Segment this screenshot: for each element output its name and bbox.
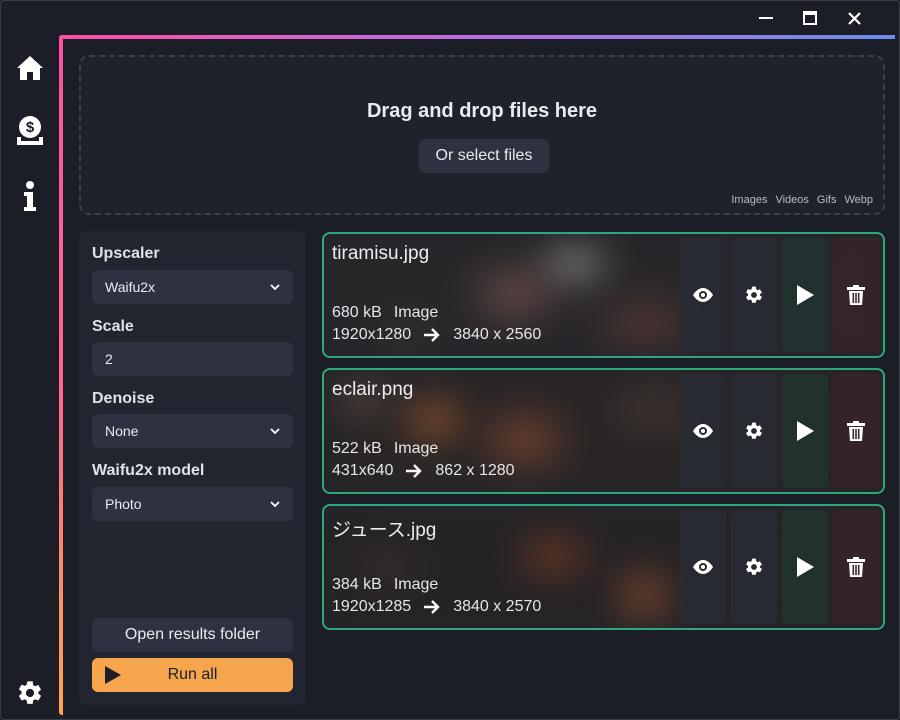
play-icon	[105, 666, 121, 684]
play-icon	[797, 285, 814, 305]
gear-icon	[19, 681, 41, 704]
close-icon	[847, 11, 861, 25]
denoise-select[interactable]: None	[92, 414, 293, 448]
preview-button[interactable]	[680, 238, 726, 352]
arrow-right-icon	[406, 464, 423, 478]
chevron-down-icon	[270, 284, 280, 291]
upscaler-value: Waifu2x	[105, 279, 156, 295]
trash-icon	[847, 421, 865, 441]
file-type: Image	[393, 440, 439, 457]
file-card: eclair.png 522 kB Image 431x640 862 x 12…	[322, 368, 885, 494]
trash-icon	[847, 557, 865, 577]
run-all-label: Run all	[167, 666, 218, 683]
scale-label: Scale	[92, 318, 134, 335]
eye-icon	[693, 288, 713, 302]
open-results-folder-button[interactable]: Open results folder	[92, 618, 293, 652]
select-files-button[interactable]: Or select files	[419, 139, 549, 173]
play-icon	[797, 557, 814, 577]
trash-icon	[847, 285, 865, 305]
upscaler-label: Upscaler	[92, 245, 160, 262]
input-resolution: 431x640	[332, 462, 394, 479]
file-type: Image	[393, 576, 439, 593]
file-settings-button[interactable]	[731, 510, 777, 624]
eye-icon	[693, 424, 713, 438]
upscaler-select[interactable]: Waifu2x	[92, 270, 293, 304]
file-meta: 384 kB Image	[332, 576, 438, 594]
chevron-down-icon	[270, 428, 280, 435]
maximize-button[interactable]	[797, 7, 823, 29]
format-label: Images	[731, 194, 768, 206]
format-label: Gifs	[816, 194, 837, 206]
input-resolution: 1920x1280	[332, 326, 412, 343]
file-card: ジュース.jpg 384 kB Image 1920x1285 3840 x 2…	[322, 504, 885, 630]
delete-file-button[interactable]	[833, 238, 879, 352]
sidebar: $	[1, 1, 59, 720]
file-settings-button[interactable]	[731, 238, 777, 352]
file-type: Image	[393, 304, 439, 321]
format-label: Webp	[844, 194, 873, 206]
delete-file-button[interactable]	[833, 510, 879, 624]
dropzone-title: Drag and drop files here	[366, 100, 598, 122]
chevron-down-icon	[270, 501, 280, 508]
output-resolution: 862 x 1280	[435, 462, 515, 479]
output-resolution: 3840 x 2570	[453, 598, 542, 615]
app-window: $ Drag and drop files here Or select fil…	[0, 0, 900, 720]
delete-file-button[interactable]	[833, 374, 879, 488]
scale-value: 2	[105, 351, 113, 367]
sidebar-item-donate[interactable]: $	[13, 114, 47, 148]
file-settings-button[interactable]	[731, 374, 777, 488]
model-label: Waifu2x model	[92, 462, 205, 479]
run-all-button[interactable]: Run all	[92, 658, 293, 692]
play-icon	[797, 421, 814, 441]
output-resolution: 3840 x 2560	[453, 326, 542, 343]
arrow-right-icon	[424, 600, 440, 614]
sidebar-item-info[interactable]	[13, 179, 47, 213]
maximize-icon	[803, 11, 817, 25]
close-button[interactable]	[841, 7, 867, 29]
gradient-frame-top	[59, 35, 895, 39]
minimize-button[interactable]	[753, 7, 779, 29]
run-file-button[interactable]	[782, 238, 828, 352]
titlebar	[739, 1, 899, 35]
format-label: Videos	[775, 194, 809, 206]
gradient-frame-left	[59, 35, 63, 715]
model-value: Photo	[105, 496, 142, 512]
upscale-settings-panel: Upscaler Waifu2x Scale 2 Denoise None Wa…	[79, 231, 306, 705]
run-file-button[interactable]	[782, 510, 828, 624]
arrow-right-icon	[424, 328, 440, 342]
eye-icon	[693, 560, 713, 574]
file-name: eclair.png	[332, 379, 414, 400]
model-select[interactable]: Photo	[92, 487, 293, 521]
svg-text:$: $	[26, 119, 35, 136]
gear-icon	[746, 422, 762, 439]
supported-formats: Images Videos Gifs Webp	[731, 194, 873, 206]
scale-input[interactable]: 2	[92, 342, 293, 376]
file-resolution: 1920x1280 3840 x 2560	[332, 326, 541, 344]
info-icon	[24, 181, 36, 211]
file-size: 680 kB	[332, 304, 382, 321]
denoise-value: None	[105, 423, 139, 439]
minimize-icon	[759, 17, 773, 19]
app-settings-button[interactable]	[13, 676, 47, 710]
file-name: tiramisu.jpg	[332, 243, 430, 264]
file-dropzone[interactable]: Drag and drop files here Or select files…	[79, 55, 885, 215]
input-resolution: 1920x1285	[332, 598, 412, 615]
file-meta: 522 kB Image	[332, 440, 438, 458]
file-name: ジュース.jpg	[332, 520, 437, 541]
gear-icon	[746, 286, 762, 303]
file-resolution: 1920x1285 3840 x 2570	[332, 598, 541, 616]
sidebar-item-home[interactable]	[13, 51, 47, 85]
preview-button[interactable]	[680, 510, 726, 624]
file-resolution: 431x640 862 x 1280	[332, 462, 515, 480]
gear-icon	[746, 558, 762, 575]
file-size: 384 kB	[332, 576, 382, 593]
file-size: 522 kB	[332, 440, 382, 457]
file-meta: 680 kB Image	[332, 304, 438, 322]
donate-icon: $	[17, 116, 43, 145]
denoise-label: Denoise	[92, 390, 155, 407]
home-icon	[17, 56, 43, 80]
preview-button[interactable]	[680, 374, 726, 488]
run-file-button[interactable]	[782, 374, 828, 488]
file-card: tiramisu.jpg 680 kB Image 1920x1280 3840…	[322, 232, 885, 358]
